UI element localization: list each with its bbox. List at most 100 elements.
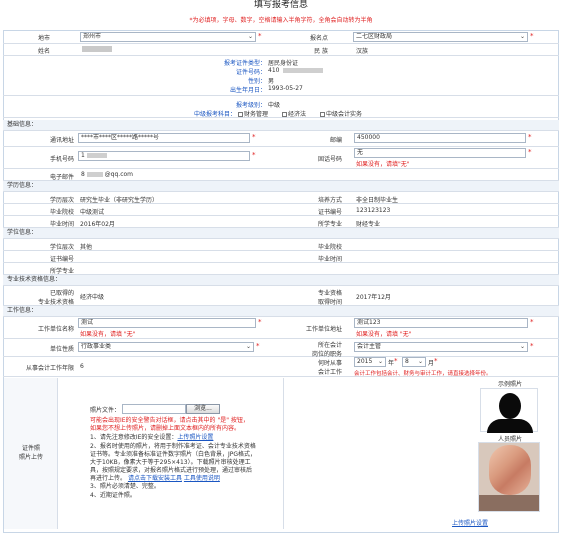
photo-section-label: 证件照 照片上传	[18, 445, 43, 461]
edu-cert-value: 123123123	[356, 207, 391, 214]
edu-time-value: 2016年02月	[80, 221, 115, 228]
start-year-select[interactable]: 2015 ⌄	[354, 357, 386, 367]
chevron-down-icon: ⌄	[377, 358, 383, 365]
checkbox-icon[interactable]	[320, 112, 325, 117]
email-field[interactable]: 8 @qq.com	[78, 170, 250, 180]
address-input[interactable]: ****市****区*****路*****号	[78, 133, 250, 143]
idno-label: 证件号码：	[235, 69, 266, 76]
birth-value: 1993-05-27	[268, 85, 303, 92]
gender-label: 性别：	[247, 78, 266, 85]
file-input[interactable]	[122, 404, 186, 414]
checkbox-icon[interactable]	[282, 112, 287, 117]
browse-button[interactable]: 浏览...	[186, 404, 220, 414]
start-hint: 会计工作包括会计、财务与审计工作，请直接选择年份。	[354, 371, 492, 377]
site-value: 二七区财政局	[356, 33, 393, 40]
chevron-down-icon: ⌄	[417, 358, 423, 365]
site-label: 报名点	[309, 35, 328, 42]
basic-section-header: 基础信息：	[3, 120, 559, 131]
page-title: 填写报考信息	[253, 0, 308, 10]
edu-cert-label: 证书编号	[317, 209, 342, 216]
required-star: *	[252, 133, 256, 141]
required-star: *	[258, 32, 262, 40]
prof-when-value: 2017年12月	[356, 294, 391, 301]
chevron-down-icon: ⌄	[519, 33, 525, 40]
edu-major-value: 财经专业	[356, 221, 381, 228]
sample-photo	[480, 388, 538, 433]
required-notice: *为必填项，字母、数字，空格请输入半角字符，全角会自动转为半角	[189, 17, 373, 24]
unit-hint: 如果没有，请填 "无"	[80, 331, 136, 338]
post-select[interactable]: 会计主管 ⌄	[354, 342, 528, 352]
chevron-down-icon: ⌄	[245, 343, 251, 350]
prof-got-label: 已取得的 专业技术资格	[37, 290, 74, 306]
addr-hint: 如果没有，请填 "无"	[356, 331, 412, 338]
subject-label: 中级报考科目：	[193, 111, 236, 118]
required-star: *	[528, 148, 532, 156]
degree-section-header: 学位信息：	[3, 228, 559, 239]
avatar-body-icon	[487, 419, 533, 433]
name-value-redacted	[82, 46, 112, 52]
phone-label: 固话号码	[317, 156, 342, 163]
zip-input[interactable]: 450000	[354, 133, 526, 143]
file-label: 照片文件：	[90, 407, 121, 414]
deg-level-value: 其他	[80, 244, 93, 251]
years-label: 从事会计工作年限	[25, 365, 74, 372]
nature-select[interactable]: 行政事业类 ⌄	[78, 342, 254, 352]
face-blur	[489, 445, 531, 495]
idtype-label: 报考证件类型：	[223, 60, 266, 67]
checkbox-icon[interactable]	[238, 112, 243, 117]
idtype-value: 居民身份证	[268, 60, 299, 67]
photo-tip-4: 4、近期证件照。	[90, 492, 136, 499]
chevron-down-icon: ⌄	[247, 33, 253, 40]
prof-when-label: 专业资格 取得时间	[317, 290, 342, 306]
start-label: 何时从事 会计工作	[317, 360, 342, 376]
zip-label: 邮编	[329, 137, 342, 144]
phone-input[interactable]: 无	[354, 148, 526, 158]
level-label: 报考级别：	[235, 102, 266, 109]
required-star: *	[256, 342, 260, 350]
address-label: 通讯地址	[49, 137, 74, 144]
required-star: *	[530, 32, 534, 40]
deg-school-label: 毕业院校	[317, 244, 342, 251]
name-label: 姓名	[37, 48, 50, 55]
person-photo	[478, 442, 540, 512]
prof-got-value: 经济中级	[80, 294, 105, 301]
phone-hint: 如果没有，请填"无"	[356, 161, 410, 168]
nature-label: 单位性质	[49, 346, 74, 353]
edu-time-label: 毕业时间	[49, 221, 74, 228]
region-label: 地市	[37, 35, 50, 42]
required-star: *	[530, 318, 534, 326]
mobile-input[interactable]: 1	[78, 151, 250, 161]
unit-input[interactable]: 测试	[78, 318, 256, 328]
start-month-select[interactable]: 8 ⌄	[402, 357, 426, 367]
edu-major-label: 所学专业	[317, 221, 342, 228]
subject-2[interactable]: 经济法	[282, 109, 306, 118]
site-select[interactable]: 二七区财政局 ⌄	[353, 32, 528, 42]
birth-label: 出生年月日：	[229, 87, 266, 94]
edu-level-label: 学历层次	[49, 197, 74, 204]
mobile-redacted	[86, 153, 107, 158]
edu-school-value: 中级测试	[80, 209, 105, 216]
work-section-header: 工作信息：	[3, 306, 559, 317]
subject-3[interactable]: 中级会计实务	[320, 109, 362, 118]
idno-value: 410	[268, 67, 280, 74]
subject-1[interactable]: 财务管理	[238, 109, 268, 118]
deg-time-label: 毕业时间	[317, 256, 342, 263]
addr-input[interactable]: 测试123	[354, 318, 528, 328]
required-star: *	[252, 151, 256, 159]
prof-section-header: 专业技术资格信息：	[3, 275, 559, 286]
region-select[interactable]: 郑州市 ⌄	[80, 32, 256, 42]
upload-settings-link[interactable]: 上传照片设置	[452, 518, 488, 527]
edu-school-label: 毕业院校	[49, 209, 74, 216]
required-star: *	[394, 357, 398, 365]
tool-manual-link[interactable]: 工具使用说明	[184, 475, 220, 482]
exam-block	[3, 96, 559, 118]
post-label: 所在会计 岗位的职务	[311, 342, 342, 358]
deg-level-label: 学位层次	[49, 244, 74, 251]
region-value: 郑州市	[83, 33, 102, 40]
deg-cert-label: 证书编号	[49, 256, 74, 263]
required-star: *	[434, 357, 438, 365]
shoulders	[479, 495, 539, 511]
email-label: 电子邮件	[49, 174, 74, 181]
required-star: *	[528, 133, 532, 141]
photo-settings-link[interactable]: 上传照片设置	[177, 434, 213, 441]
